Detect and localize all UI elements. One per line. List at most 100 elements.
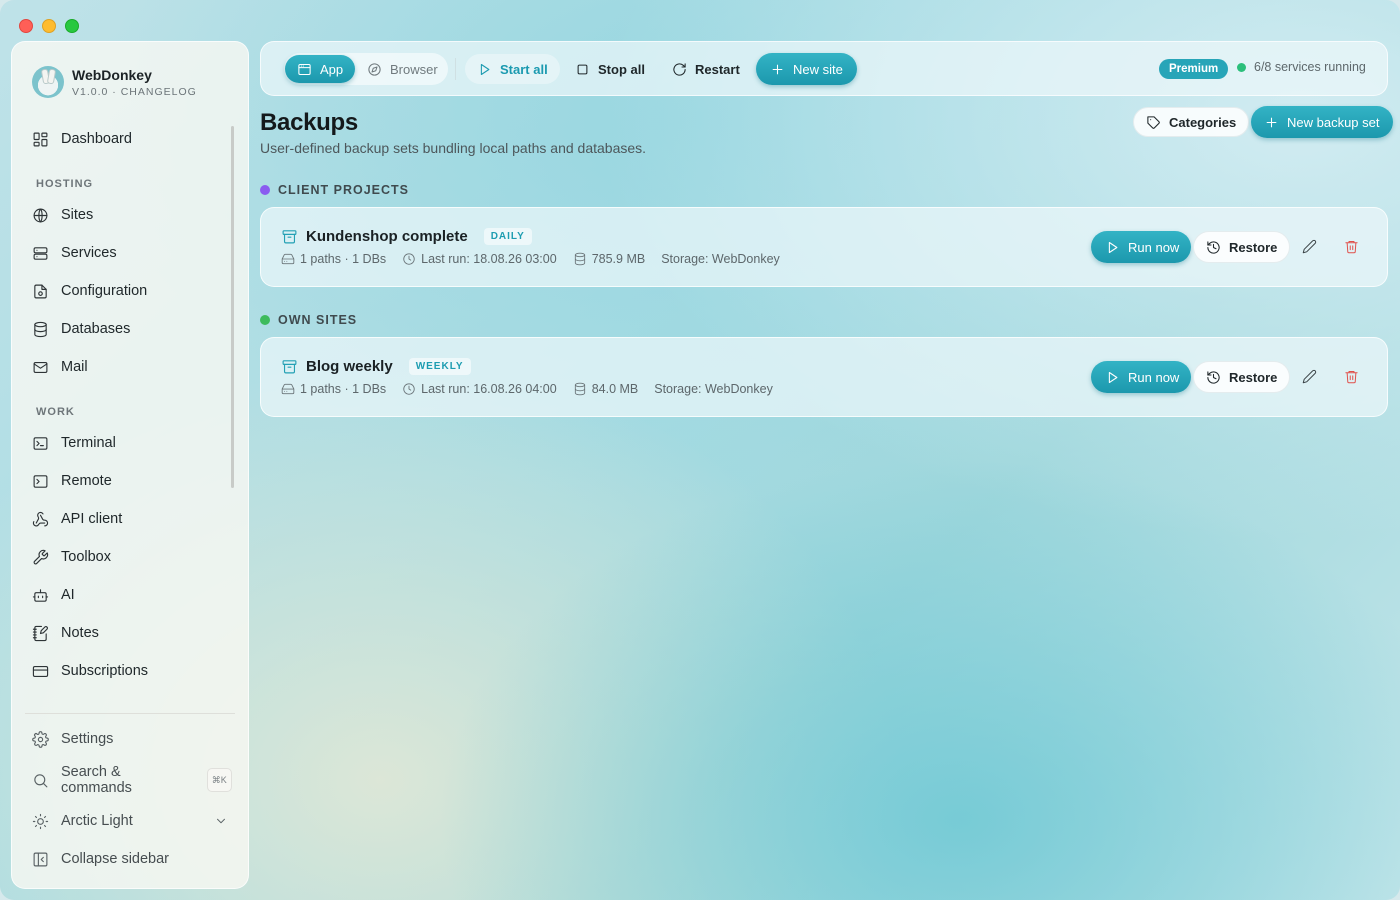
sidebar-item-sites[interactable]: Sites <box>32 200 232 230</box>
rotate-cw-icon <box>673 62 686 76</box>
sidebar-item-toolbox[interactable]: Toolbox <box>32 542 232 572</box>
stop-all-button[interactable]: Stop all <box>563 54 657 84</box>
storage-info: Storage: WebDonkey <box>661 252 780 266</box>
sidebar-item-label: Services <box>61 245 117 261</box>
mode-browser-label: Browser <box>390 61 438 77</box>
sidebar-item-label: Subscriptions <box>61 663 149 679</box>
credit-card-icon <box>32 665 49 677</box>
sun-icon <box>32 813 49 829</box>
restart-label: Restart <box>695 61 740 77</box>
hard-drive-icon <box>281 383 295 395</box>
premium-badge[interactable]: Premium <box>1159 59 1229 79</box>
categories-button[interactable]: Categories <box>1133 107 1250 137</box>
sidebar-item-label: API client <box>61 511 123 527</box>
notebook-pen-icon <box>32 625 48 641</box>
restore-button[interactable]: Restore <box>1193 361 1291 393</box>
restart-button[interactable]: Restart <box>660 54 752 84</box>
version-changelog-link[interactable]: V1.0.0 · CHANGELOG <box>72 86 197 98</box>
panel-left-close-icon <box>33 852 48 866</box>
history-icon <box>1207 240 1220 254</box>
backup-size: 785.9 MB <box>591 252 646 266</box>
top-toolbar: App Browser Start all Stop all Restart N… <box>260 41 1388 96</box>
sidebar-item-subscriptions[interactable]: Subscriptions <box>32 656 232 686</box>
delete-button[interactable] <box>1337 232 1365 260</box>
last-run: Last run: 18.08.26 03:00 <box>421 252 557 266</box>
page-subtitle: User-defined backup sets bundling local … <box>260 140 647 156</box>
mode-app-button[interactable]: App <box>285 55 356 83</box>
search-commands-button[interactable]: Search & commands ⌘K <box>32 764 232 796</box>
file-settings-icon <box>34 284 47 298</box>
group-label: OWN SITES <box>278 313 358 327</box>
theme-label: Arctic Light <box>61 813 133 829</box>
sidebar-item-ai[interactable]: AI <box>32 580 232 610</box>
restore-label: Restore <box>1229 239 1278 255</box>
last-run: Last run: 16.08.26 04:00 <box>421 382 557 396</box>
pencil-icon <box>1302 369 1316 383</box>
run-now-button[interactable]: Run now <box>1091 361 1192 393</box>
sidebar-item-label: Dashboard <box>61 131 132 147</box>
backup-card: Blog weekly WEEKLY 1 paths · 1 DBs Last … <box>260 337 1388 417</box>
minimize-window-button[interactable] <box>42 19 56 33</box>
hard-drive-icon <box>281 253 295 265</box>
mode-browser-button[interactable]: Browser <box>355 55 450 83</box>
gear-icon <box>32 730 49 748</box>
theme-selector[interactable]: Arctic Light <box>32 806 232 836</box>
maximize-window-button[interactable] <box>65 19 79 33</box>
chevron-down-icon <box>217 818 225 824</box>
sidebar-item-dashboard[interactable]: Dashboard <box>32 124 232 154</box>
backup-size: 84.0 MB <box>591 382 639 396</box>
play-icon <box>480 63 490 75</box>
group-label: CLIENT PROJECTS <box>278 183 409 197</box>
delete-button[interactable] <box>1337 362 1365 390</box>
sidebar-item-label: Settings <box>61 731 114 747</box>
backup-card: Kundenshop complete DAILY 1 paths · 1 DB… <box>260 207 1388 287</box>
sidebar-item-api-client[interactable]: API client <box>32 504 232 534</box>
play-icon <box>1108 371 1118 383</box>
close-window-button[interactable] <box>19 19 33 33</box>
app-window: WebDonkey V1.0.0 · CHANGELOG Dashboard H… <box>0 0 1400 900</box>
group-header: OWN SITES <box>260 313 357 327</box>
edit-button[interactable] <box>1295 232 1323 260</box>
sidebar-item-notes[interactable]: Notes <box>32 618 232 648</box>
new-site-button[interactable]: New site <box>756 53 857 85</box>
sidebar-item-label: AI <box>61 587 75 603</box>
restore-button[interactable]: Restore <box>1193 231 1291 263</box>
paths-dbs-count: 1 paths · 1 DBs <box>300 252 387 266</box>
archive-icon <box>282 360 297 374</box>
sidebar-item-label: Mail <box>61 359 88 375</box>
sidebar-item-label: Configuration <box>61 283 148 299</box>
terminal-icon <box>33 436 48 450</box>
frequency-badge: WEEKLY <box>408 358 471 375</box>
pencil-icon <box>1302 239 1316 253</box>
window-controls <box>19 19 79 33</box>
brand[interactable]: WebDonkey V1.0.0 · CHANGELOG <box>32 66 197 98</box>
storage-target: Storage: WebDonkey <box>661 252 780 266</box>
status-dot <box>1237 62 1246 72</box>
donkey-logo-icon <box>32 66 64 98</box>
play-icon <box>1108 241 1118 253</box>
edit-button[interactable] <box>1295 362 1323 390</box>
new-backup-set-button[interactable]: New backup set <box>1251 106 1393 138</box>
trash-icon <box>1344 370 1358 383</box>
run-now-button[interactable]: Run now <box>1091 231 1192 263</box>
sidebar-item-terminal[interactable]: Terminal <box>32 428 232 458</box>
backup-meta: 1 paths · 1 DBs Last run: 16.08.26 04:00… <box>281 382 789 396</box>
start-all-button[interactable]: Start all <box>465 54 560 84</box>
sidebar-item-remote[interactable]: Remote <box>32 466 232 496</box>
sidebar-item-configuration[interactable]: Configuration <box>32 276 232 306</box>
plus-icon <box>772 64 783 74</box>
sidebar-item-databases[interactable]: Databases <box>32 314 232 344</box>
sidebar-item-services[interactable]: Services <box>32 238 232 268</box>
group-color-dot <box>260 315 270 325</box>
bot-icon <box>32 588 49 602</box>
collapse-sidebar-button[interactable]: Collapse sidebar <box>32 844 232 874</box>
backup-name: Kundenshop complete <box>306 228 468 245</box>
plus-icon <box>1266 117 1277 127</box>
sidebar-scrollbar[interactable] <box>231 126 234 488</box>
tag-icon <box>1147 115 1160 129</box>
services-status[interactable]: 6/8 services running <box>1237 60 1366 74</box>
app-window-icon <box>298 63 311 75</box>
sidebar-item-settings[interactable]: Settings <box>32 724 232 754</box>
clock-icon <box>403 253 415 265</box>
sidebar-item-mail[interactable]: Mail <box>32 352 232 382</box>
